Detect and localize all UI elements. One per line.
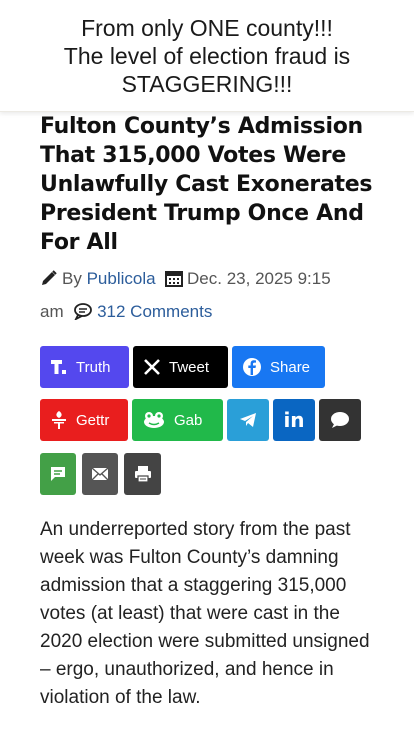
email-share-button[interactable] bbox=[82, 453, 118, 495]
speech-bubble-icon bbox=[330, 411, 350, 429]
gab-label: Gab bbox=[174, 411, 203, 429]
caption-line-2: The level of election fraud is bbox=[63, 43, 351, 69]
caption-line-3: STAGGERING!!! bbox=[121, 71, 293, 97]
message-share-button[interactable] bbox=[40, 453, 76, 495]
caption-line-1: From only ONE county!!! bbox=[81, 15, 333, 41]
envelope-icon bbox=[91, 467, 109, 481]
gettr-label: Gettr bbox=[76, 411, 110, 429]
message-icon bbox=[50, 466, 66, 482]
gettr-share-button[interactable]: Gettr bbox=[40, 399, 128, 441]
tweet-button[interactable]: Tweet bbox=[133, 346, 228, 388]
share-label: Share bbox=[270, 358, 311, 376]
printer-icon bbox=[134, 465, 152, 483]
author-link[interactable]: Publicola bbox=[87, 269, 156, 288]
gettr-icon bbox=[50, 410, 68, 430]
x-logo-icon bbox=[143, 358, 161, 376]
gab-share-button[interactable]: Gab bbox=[132, 399, 223, 441]
facebook-icon bbox=[242, 357, 262, 377]
truth-share-button[interactable]: Truth bbox=[40, 346, 129, 388]
linkedin-share-button[interactable]: in bbox=[273, 399, 315, 441]
facebook-share-button[interactable]: Share bbox=[232, 346, 325, 388]
comments-link[interactable]: 312 Comments bbox=[97, 302, 212, 321]
print-button[interactable] bbox=[124, 453, 161, 495]
telegram-icon bbox=[239, 412, 257, 428]
post-time-suffix: am bbox=[40, 302, 64, 321]
calendar-icon bbox=[165, 267, 184, 297]
article-meta: By Publicola Dec. 23, 2025 9:15 am 312 C… bbox=[40, 264, 380, 330]
telegram-share-button[interactable] bbox=[227, 399, 269, 441]
linkedin-icon: in bbox=[283, 408, 305, 432]
meme-caption: From only ONE county!!! The level of ele… bbox=[0, 0, 414, 112]
tweet-label: Tweet bbox=[169, 358, 210, 376]
by-label: By bbox=[62, 269, 82, 288]
article-body-paragraph: An underreported story from the past wee… bbox=[40, 519, 370, 708]
sms-share-button[interactable] bbox=[319, 399, 361, 441]
truth-social-icon bbox=[50, 358, 68, 376]
gab-frog-icon bbox=[142, 411, 166, 429]
post-date: Dec. 23, 2025 9:15 bbox=[187, 269, 331, 288]
truth-label: Truth bbox=[76, 358, 111, 376]
pencil-icon bbox=[40, 267, 58, 297]
comment-bubble-icon bbox=[73, 300, 93, 330]
article: Fulton County’s Admission That 315,000 V… bbox=[0, 112, 414, 752]
article-title: Fulton County’s Admission That 315,000 V… bbox=[40, 114, 373, 255]
